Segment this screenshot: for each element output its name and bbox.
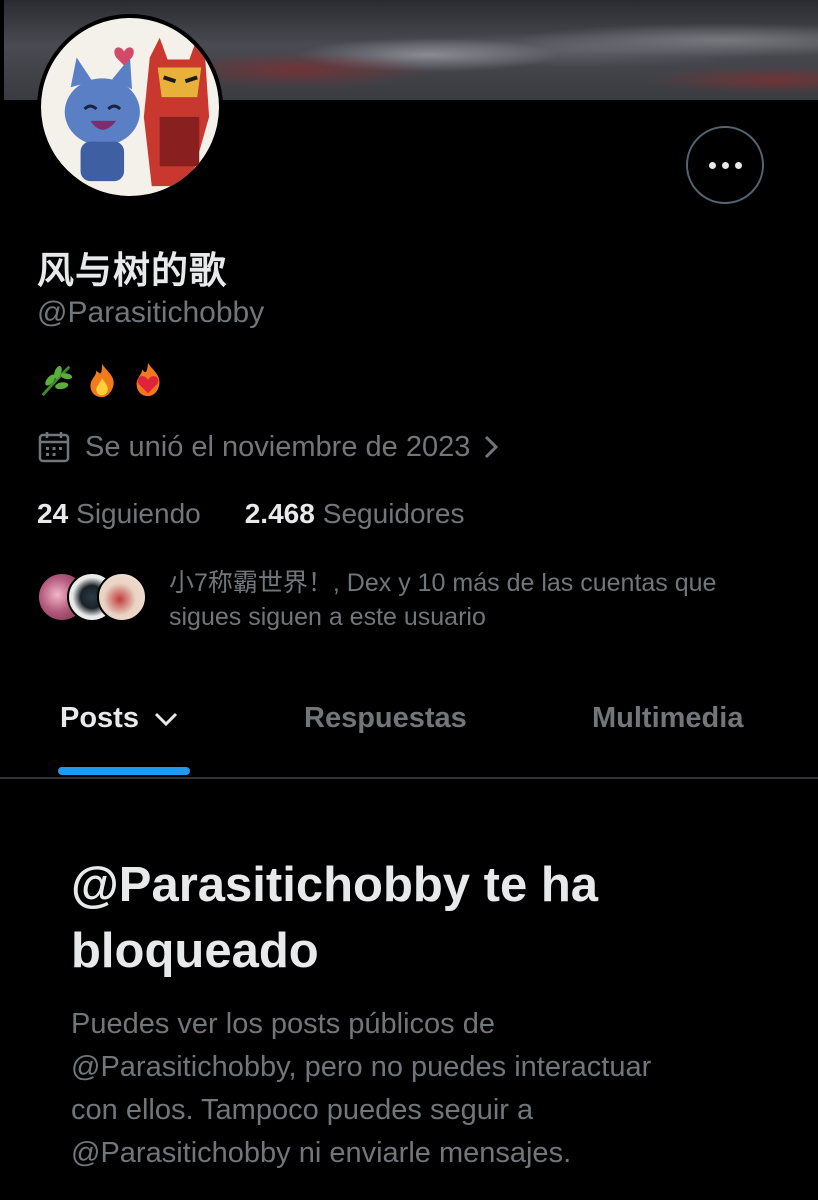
followers-you-know-line: 小7称霸世界！, Dex y 10 más de las cuentas que bbox=[169, 569, 717, 597]
calendar-icon bbox=[38, 432, 70, 463]
followers-count: 2.468 bbox=[244, 498, 315, 529]
blocked-description-line: con ellos. Tampoco puedes seguir a bbox=[71, 1094, 534, 1126]
display-name: 风与树的歌 bbox=[37, 249, 227, 292]
herb-icon bbox=[41, 365, 73, 397]
blocked-title: @Parasitichobby te ha bloqueado bbox=[71, 852, 771, 984]
user-handle: @Parasitichobby bbox=[37, 296, 265, 329]
follower-avatar bbox=[97, 572, 147, 622]
blocked-description: Puedes ver los posts públicos de @Parasi… bbox=[71, 1003, 771, 1175]
join-date-text: Se unió el noviembre de 2023 bbox=[85, 430, 471, 463]
tab-media[interactable]: Multimedia bbox=[592, 702, 743, 735]
tab-posts[interactable]: Posts bbox=[60, 702, 179, 735]
heart-on-fire-icon bbox=[136, 362, 160, 397]
blocked-description-line: @Parasitichobby ni enviarle mensajes. bbox=[71, 1137, 572, 1169]
profile-tabs: Posts Respuestas Multimedia bbox=[0, 690, 818, 778]
avatar-image bbox=[41, 18, 219, 196]
avatar[interactable] bbox=[37, 14, 223, 200]
followers-you-know-text: 小7称霸世界！, Dex y 10 más de las cuentas que… bbox=[169, 566, 716, 634]
followers-label: Seguidores bbox=[322, 498, 465, 529]
follower-avatars bbox=[37, 572, 147, 632]
followers-link[interactable]: 2.468 Seguidores bbox=[245, 498, 465, 530]
following-label: Siguiendo bbox=[76, 498, 201, 529]
tab-posts-label: Posts bbox=[60, 702, 139, 734]
following-link[interactable]: 24 Siguiendo bbox=[37, 498, 201, 530]
followers-you-know[interactable]: 小7称霸世界！, Dex y 10 más de las cuentas que… bbox=[37, 566, 797, 634]
fire-icon bbox=[90, 363, 114, 398]
tabs-divider bbox=[0, 777, 818, 779]
follow-stats: 24 Siguiendo 2.468 Seguidores bbox=[37, 498, 464, 530]
active-tab-indicator bbox=[58, 767, 190, 775]
tab-replies[interactable]: Respuestas bbox=[304, 702, 467, 735]
chevron-down-icon bbox=[154, 712, 178, 726]
blocked-description-line: @Parasitichobby, pero no puedes interact… bbox=[71, 1051, 652, 1083]
followers-you-know-line: sigues siguen a este usuario bbox=[169, 603, 486, 631]
bio bbox=[37, 360, 167, 400]
blocked-title-line: @Parasitichobby te ha bbox=[71, 858, 599, 912]
blocked-description-line: Puedes ver los posts públicos de bbox=[71, 1008, 495, 1040]
join-date[interactable]: Se unió el noviembre de 2023 bbox=[37, 430, 502, 464]
blocked-title-line: bloqueado bbox=[71, 924, 319, 978]
ellipsis-icon bbox=[708, 161, 742, 169]
chevron-right-icon bbox=[485, 435, 499, 459]
following-count: 24 bbox=[37, 498, 69, 529]
more-options-button[interactable] bbox=[686, 126, 764, 204]
